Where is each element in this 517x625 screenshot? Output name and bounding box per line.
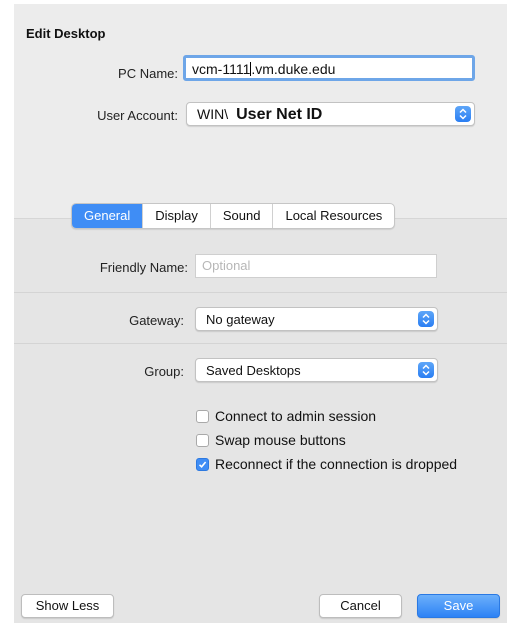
save-button[interactable]: Save bbox=[417, 594, 500, 618]
tab-local-resources[interactable]: Local Resources bbox=[272, 204, 394, 228]
swap-mouse-checkbox[interactable] bbox=[196, 433, 209, 447]
tab-sound[interactable]: Sound bbox=[209, 204, 273, 228]
user-account-value: User Net ID bbox=[236, 106, 323, 123]
reconnect-option[interactable]: Reconnect if the connection is dropped bbox=[196, 456, 457, 472]
gateway-label: Gateway: bbox=[129, 313, 184, 328]
friendly-name-input[interactable]: Optional bbox=[195, 254, 437, 278]
user-account-label: User Account: bbox=[97, 108, 178, 123]
user-account-select[interactable]: WIN\ User Net ID bbox=[186, 102, 475, 126]
chevron-up-down-icon bbox=[455, 106, 471, 122]
pc-name-label: PC Name: bbox=[118, 66, 178, 81]
cancel-button[interactable]: Cancel bbox=[319, 594, 402, 618]
divider bbox=[14, 343, 507, 344]
pc-name-text-before-caret: vcm-1111 bbox=[192, 61, 251, 77]
group-label: Group: bbox=[144, 364, 184, 379]
pc-name-input[interactable]: vcm-1111.vm.duke.edu bbox=[183, 55, 475, 81]
admin-session-label: Connect to admin session bbox=[215, 408, 377, 424]
checkmark-icon bbox=[198, 460, 207, 468]
group-value: Saved Desktops bbox=[206, 363, 301, 378]
swap-mouse-option[interactable]: Swap mouse buttons bbox=[196, 432, 346, 448]
swap-mouse-label: Swap mouse buttons bbox=[215, 432, 346, 448]
group-select[interactable]: Saved Desktops bbox=[195, 358, 438, 382]
tab-display[interactable]: Display bbox=[142, 204, 210, 228]
chevron-up-down-icon bbox=[418, 362, 434, 378]
user-account-prefix: WIN\ bbox=[197, 106, 229, 122]
friendly-name-label: Friendly Name: bbox=[99, 260, 188, 275]
chevron-up-down-icon bbox=[418, 311, 434, 327]
dialog-title: Edit Desktop bbox=[26, 26, 106, 41]
tab-general[interactable]: General bbox=[72, 204, 143, 228]
divider bbox=[14, 292, 507, 293]
reconnect-label: Reconnect if the connection is dropped bbox=[215, 456, 458, 472]
admin-session-checkbox[interactable] bbox=[196, 409, 209, 423]
gateway-value: No gateway bbox=[206, 312, 275, 327]
show-less-button[interactable]: Show Less bbox=[21, 594, 114, 618]
admin-session-option[interactable]: Connect to admin session bbox=[196, 408, 376, 424]
gateway-select[interactable]: No gateway bbox=[195, 307, 438, 331]
settings-tabs: General Display Sound Local Resources bbox=[71, 203, 396, 229]
pc-name-text-after-caret: .vm.duke.edu bbox=[251, 61, 336, 77]
reconnect-checkbox[interactable] bbox=[196, 457, 209, 471]
edit-desktop-dialog: Edit Desktop PC Name: vcm-1111.vm.duke.e… bbox=[14, 4, 507, 623]
